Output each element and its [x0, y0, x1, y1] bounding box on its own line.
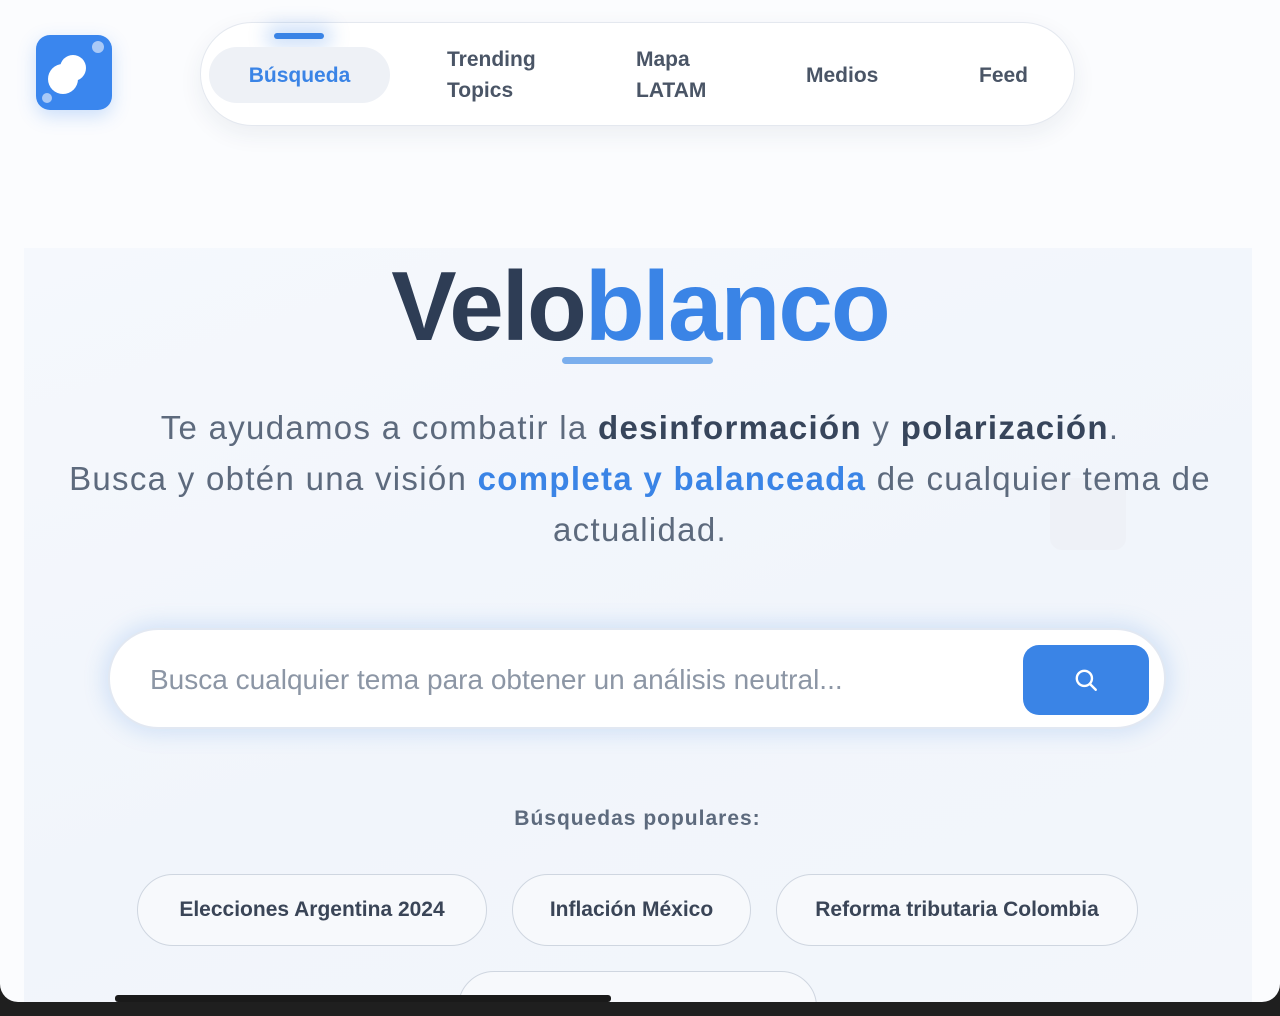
popular-chip[interactable]: Inflación México: [512, 874, 751, 946]
brand-title-part1: Velo: [391, 251, 587, 361]
popular-chip[interactable]: Reforma tributaria Colombia: [776, 874, 1138, 946]
tagline-emphasis: desinformación: [598, 409, 862, 446]
tagline-highlight: completa y balanceada: [477, 460, 867, 497]
tab-trending-label-line1: Trending: [447, 48, 536, 71]
tab-busqueda[interactable]: Búsqueda: [209, 47, 390, 103]
tab-mapa-latam[interactable]: Mapa LATAM: [636, 23, 706, 127]
tagline-text: Busca y obtén una visión: [69, 460, 478, 497]
tab-busqueda-label: Búsqueda: [248, 63, 351, 87]
veloblanco-logo-icon[interactable]: [36, 35, 112, 110]
overlay-bar: [115, 995, 611, 1002]
search-button[interactable]: [1023, 645, 1149, 715]
app-screen: Búsqueda Trending Topics Mapa LATAM Medi…: [0, 0, 1280, 1002]
popular-searches-label: Búsquedas populares:: [514, 807, 761, 830]
search-icon: [1075, 669, 1097, 691]
tab-medios[interactable]: Medios: [806, 23, 878, 127]
popular-chip[interactable]: Elecciones Argentina 2024: [137, 874, 487, 946]
brand-underline: [562, 357, 713, 364]
tab-trending-label-line2: Topics: [447, 79, 514, 102]
tagline-text: y: [861, 409, 901, 446]
tab-medios-label: Medios: [806, 63, 879, 87]
tagline-text: .: [1108, 409, 1120, 446]
tab-mapa-label-line2: LATAM: [636, 79, 707, 102]
tab-trending-topics[interactable]: Trending Topics: [447, 23, 536, 127]
main-nav: Búsqueda Trending Topics Mapa LATAM Medi…: [200, 22, 1075, 126]
tab-mapa-label-line1: Mapa: [636, 48, 690, 71]
brand-title: Veloblanco: [0, 250, 1280, 362]
tagline-emphasis: polarización: [900, 409, 1109, 446]
brand-title-part2: blanco: [584, 251, 891, 361]
tagline-text: Te ayudamos a combatir la: [160, 409, 599, 446]
tab-feed-label: Feed: [979, 63, 1029, 87]
hero-tagline: Te ayudamos a combatir la desinformación…: [60, 402, 1220, 555]
search-bar: [108, 628, 1166, 729]
search-input[interactable]: [150, 648, 1010, 712]
active-tab-indicator: [274, 33, 324, 39]
tab-feed[interactable]: Feed: [979, 23, 1028, 127]
